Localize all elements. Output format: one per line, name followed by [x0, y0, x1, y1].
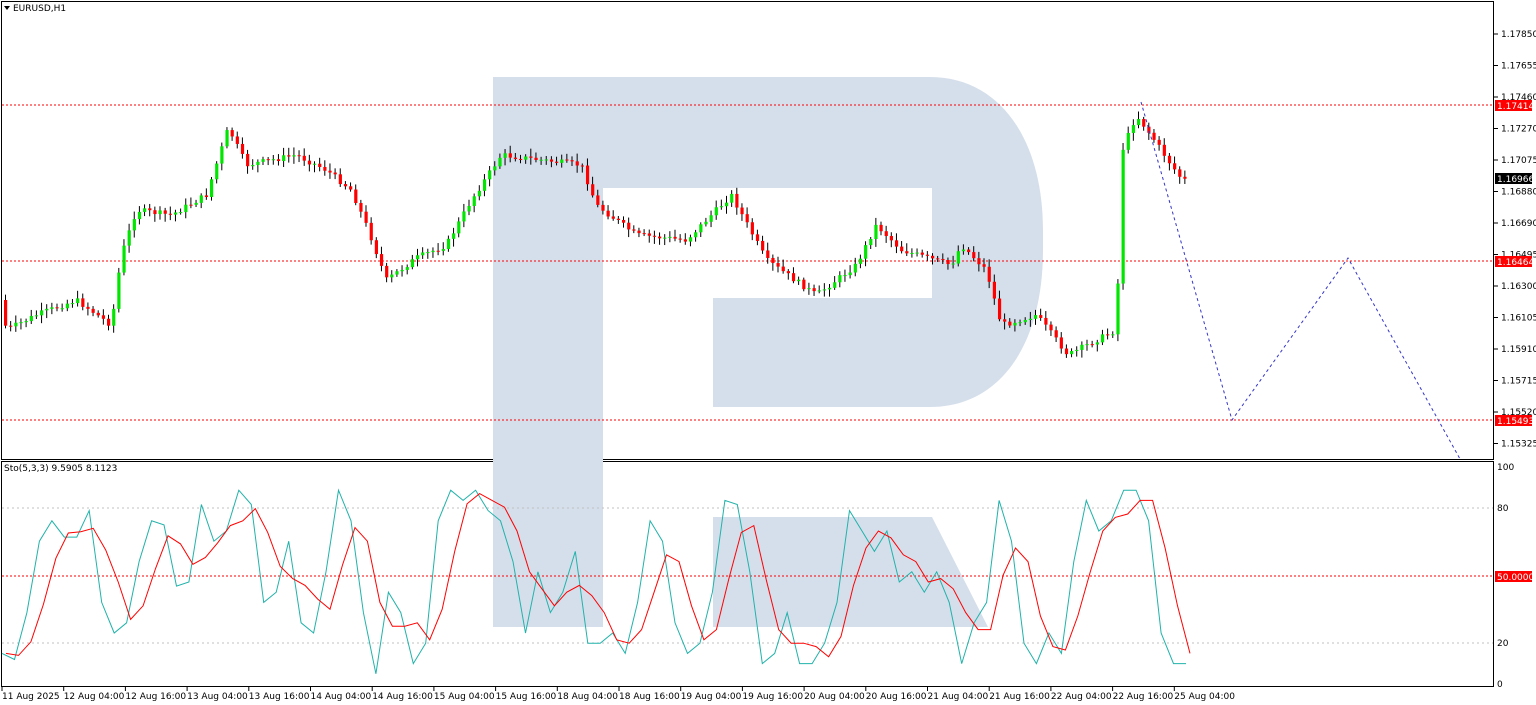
price-axis-label: 1.17655: [1501, 62, 1536, 72]
price-axis-label: 1.16300: [1501, 282, 1536, 292]
time-axis-label: 20 Aug 04:00: [804, 692, 865, 702]
price-axis-label: 1.16690: [1501, 219, 1536, 229]
candle: [1121, 143, 1125, 290]
stochastic-axis-20: 20: [1497, 639, 1509, 649]
time-axis-label: 11 Aug 2025: [2, 692, 60, 702]
price-axis-label: 1.17270: [1501, 125, 1536, 135]
trading-chart[interactable]: EURUSD,H1 Sto(5,3,3) 9.5905 8.1123 1.178…: [0, 0, 1536, 705]
candle: [1116, 279, 1120, 342]
stochastic-axis-100: 100: [1497, 463, 1514, 473]
time-axis-label: 19 Aug 16:00: [742, 692, 803, 702]
stochastic-axis-80: 80: [1497, 504, 1509, 514]
time-axis-label: 18 Aug 16:00: [619, 692, 680, 702]
mid-level-price-label: 1.16464: [1497, 258, 1534, 268]
time-axis-label: 21 Aug 16:00: [989, 692, 1050, 702]
stochastic-level-label: 50.0000: [1497, 573, 1534, 583]
symbol-title: EURUSD,H1: [13, 4, 66, 14]
indicator-title: Sto(5,3,3) 9.5905 8.1123: [4, 464, 117, 474]
chart-header[interactable]: EURUSD,H1: [4, 4, 66, 14]
time-axis[interactable]: 11 Aug 2025 12 Aug 04:00 12 Aug 16:00 13 Au…: [1, 687, 1235, 702]
time-axis-label: 14 Aug 16:00: [372, 692, 433, 702]
time-axis-label: 19 Aug 04:00: [681, 692, 742, 702]
price-axis-label: 1.16880: [1501, 188, 1536, 198]
price-axis-label: 1.17075: [1501, 156, 1536, 166]
price-axis-label: 1.17850: [1501, 30, 1536, 40]
time-axis-label: 25 Aug 04:00: [1174, 692, 1235, 702]
time-axis-label: 21 Aug 04:00: [928, 692, 989, 702]
candle: [117, 267, 121, 313]
time-axis-label: 13 Aug 04:00: [187, 692, 248, 702]
price-axis-label: 1.16105: [1501, 314, 1536, 324]
time-axis-label: 22 Aug 04:00: [1051, 692, 1112, 702]
time-axis-label: 14 Aug 04:00: [311, 692, 372, 702]
support-price-label: 1.15493: [1497, 417, 1534, 427]
price-axis-label: 1.15910: [1501, 345, 1536, 355]
time-axis-label: 12 Aug 16:00: [125, 692, 186, 702]
candle: [225, 127, 229, 149]
time-axis-label: 15 Aug 04:00: [434, 692, 495, 702]
time-axis-label: 13 Aug 16:00: [249, 692, 310, 702]
time-axis-label: 12 Aug 04:00: [64, 692, 125, 702]
resistance-price-label: 1.17414: [1497, 102, 1534, 112]
time-axis-label: 22 Aug 16:00: [1113, 692, 1174, 702]
price-axis-label: 1.15715: [1501, 377, 1536, 387]
stochastic-axis-0: 0: [1497, 680, 1503, 690]
time-axis-label: 15 Aug 16:00: [496, 692, 557, 702]
time-axis-label: 18 Aug 04:00: [557, 692, 618, 702]
price-axis-label: 1.15325: [1501, 440, 1536, 450]
current-price-label: 1.16966: [1497, 175, 1534, 185]
time-axis-label: 20 Aug 16:00: [866, 692, 927, 702]
price-axis[interactable]: 1.178501.176551.174601.172701.170751.168…: [1494, 30, 1536, 450]
